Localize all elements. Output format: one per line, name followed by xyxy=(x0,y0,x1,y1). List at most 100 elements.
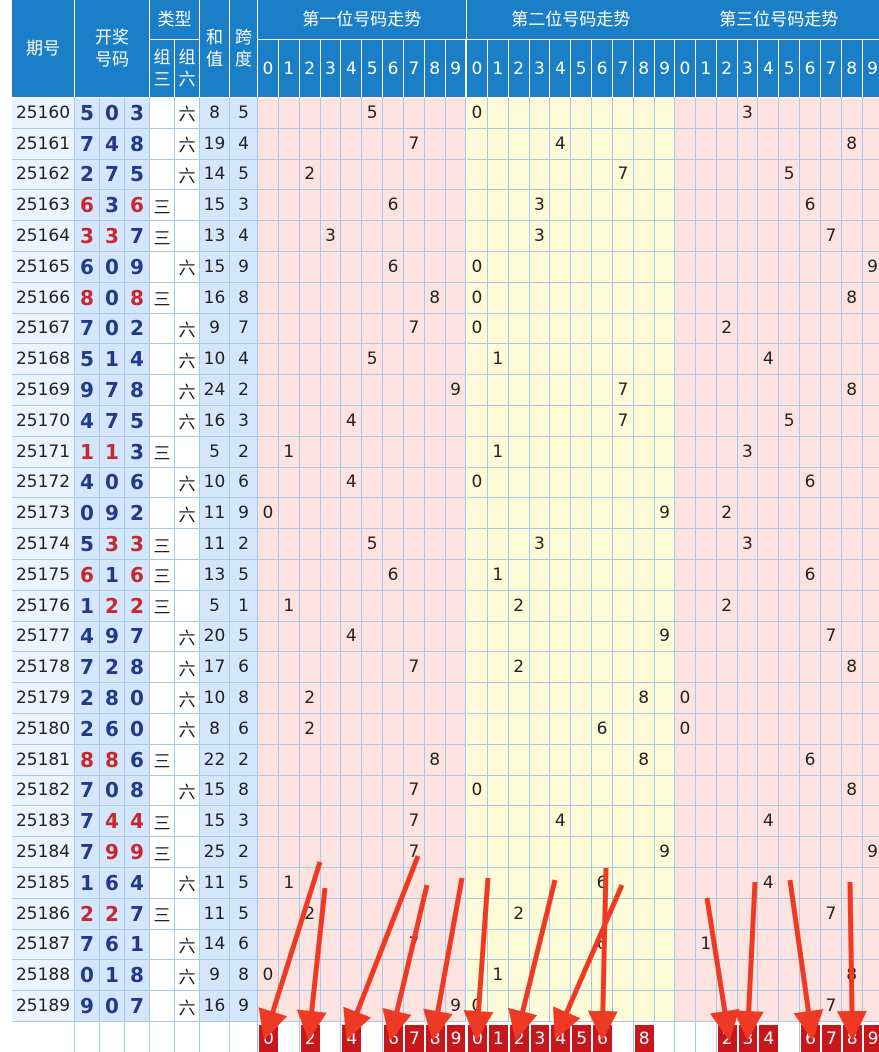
trend-cell xyxy=(779,621,801,653)
trend-cell xyxy=(820,98,842,129)
trend-cell xyxy=(467,344,488,376)
span-cell: 7 xyxy=(230,313,258,345)
trend-cell xyxy=(299,467,321,499)
trend-cell xyxy=(529,652,551,684)
trend-cell xyxy=(800,652,821,684)
draw-number: 4 xyxy=(125,344,150,376)
trend-cell xyxy=(716,714,738,745)
trend-hit: 2 xyxy=(716,313,738,345)
trend-cell xyxy=(675,806,696,838)
trend-cell xyxy=(571,590,593,622)
type-zu3-cell xyxy=(150,406,175,437)
trend-cell xyxy=(612,744,634,776)
draw-number: 1 xyxy=(100,560,125,591)
trend-cell xyxy=(841,590,863,622)
trend-cell xyxy=(737,775,759,807)
trend-cell xyxy=(633,406,655,437)
trend-cell xyxy=(737,560,759,591)
trend-cell xyxy=(800,313,821,345)
trend-cell xyxy=(737,837,759,868)
trend-cell xyxy=(675,991,696,1022)
draw-number: 6 xyxy=(125,560,150,591)
type-zu3-cell: 三 xyxy=(150,221,175,252)
trend-cell xyxy=(550,406,572,437)
trend-cell xyxy=(467,128,488,160)
draw-number: 8 xyxy=(125,960,150,992)
draw-number: 7 xyxy=(125,898,150,930)
trend-cell xyxy=(737,282,759,314)
draw-number: 0 xyxy=(100,313,125,345)
trend-cell xyxy=(258,560,279,591)
trend-cell xyxy=(675,313,696,345)
trend-cell xyxy=(716,252,738,283)
span-cell: 3 xyxy=(230,806,258,838)
trend-cell xyxy=(278,775,300,807)
draw-number: 3 xyxy=(100,190,125,222)
period-cell: 25168 xyxy=(12,344,75,376)
trend-hit: 6 xyxy=(800,560,821,591)
trend-cell xyxy=(467,221,488,252)
trend-cell xyxy=(571,991,593,1022)
trend-cell xyxy=(445,590,467,622)
trend-cell xyxy=(550,375,572,406)
trend-hit: 6 xyxy=(592,868,613,899)
draw-number: 5 xyxy=(125,406,150,437)
footer-cell xyxy=(278,1022,300,1052)
sum-cell: 15 xyxy=(200,252,230,283)
trend-cell xyxy=(299,652,321,684)
trend-cell xyxy=(695,837,717,868)
sum-cell: 20 xyxy=(200,621,230,653)
type-zu6-cell: 六 xyxy=(175,128,200,160)
trend-cell xyxy=(529,98,551,129)
trend-cell xyxy=(341,806,363,838)
sum-cell: 16 xyxy=(200,406,230,437)
trend-cell xyxy=(278,98,300,129)
period-cell: 25174 xyxy=(12,529,75,560)
span-cell: 8 xyxy=(230,960,258,992)
trend-cell xyxy=(592,190,613,222)
period-cell: 25173 xyxy=(12,498,75,530)
trend-cell xyxy=(258,436,279,468)
trend-cell xyxy=(278,806,300,838)
sum-cell: 9 xyxy=(200,313,230,345)
trend-cell xyxy=(445,313,467,345)
trend-hit: 4 xyxy=(341,467,363,499)
footer-cell xyxy=(695,1022,717,1052)
trend-cell xyxy=(695,498,717,530)
trend-cell xyxy=(571,406,593,437)
type-zu3-cell: 三 xyxy=(150,590,175,622)
type-zu3-cell xyxy=(150,375,175,406)
header-pos2-digit: 1 xyxy=(487,40,509,98)
trend-cell xyxy=(612,991,634,1022)
trend-cell xyxy=(737,898,759,930)
trend-cell xyxy=(445,898,467,930)
sum-cell: 10 xyxy=(200,467,230,499)
trend-cell xyxy=(758,929,780,961)
trend-cell xyxy=(779,344,801,376)
span-cell: 4 xyxy=(230,221,258,252)
header-pos3-digit: 0 xyxy=(675,40,696,98)
trend-cell xyxy=(654,190,676,222)
trend-cell xyxy=(383,467,404,499)
trend-cell xyxy=(695,590,717,622)
header-pos3-digit: 2 xyxy=(716,40,738,98)
trend-cell xyxy=(278,898,300,930)
draw-number: 0 xyxy=(100,991,125,1022)
trend-cell xyxy=(675,344,696,376)
trend-cell xyxy=(779,560,801,591)
trend-cell xyxy=(550,498,572,530)
trend-cell xyxy=(737,929,759,961)
pick-box: 1 xyxy=(487,1024,509,1052)
trend-cell xyxy=(487,159,509,191)
trend-cell xyxy=(487,775,509,807)
trend-cell xyxy=(592,406,613,437)
trend-cell xyxy=(424,806,446,838)
trend-cell xyxy=(424,436,446,468)
trend-cell xyxy=(362,375,384,406)
header-pos2-digit: 9 xyxy=(654,40,676,98)
type-zu3-cell xyxy=(150,498,175,530)
trend-cell xyxy=(654,529,676,560)
trend-cell xyxy=(612,282,634,314)
trend-cell xyxy=(487,128,509,160)
type-zu3-cell xyxy=(150,991,175,1022)
